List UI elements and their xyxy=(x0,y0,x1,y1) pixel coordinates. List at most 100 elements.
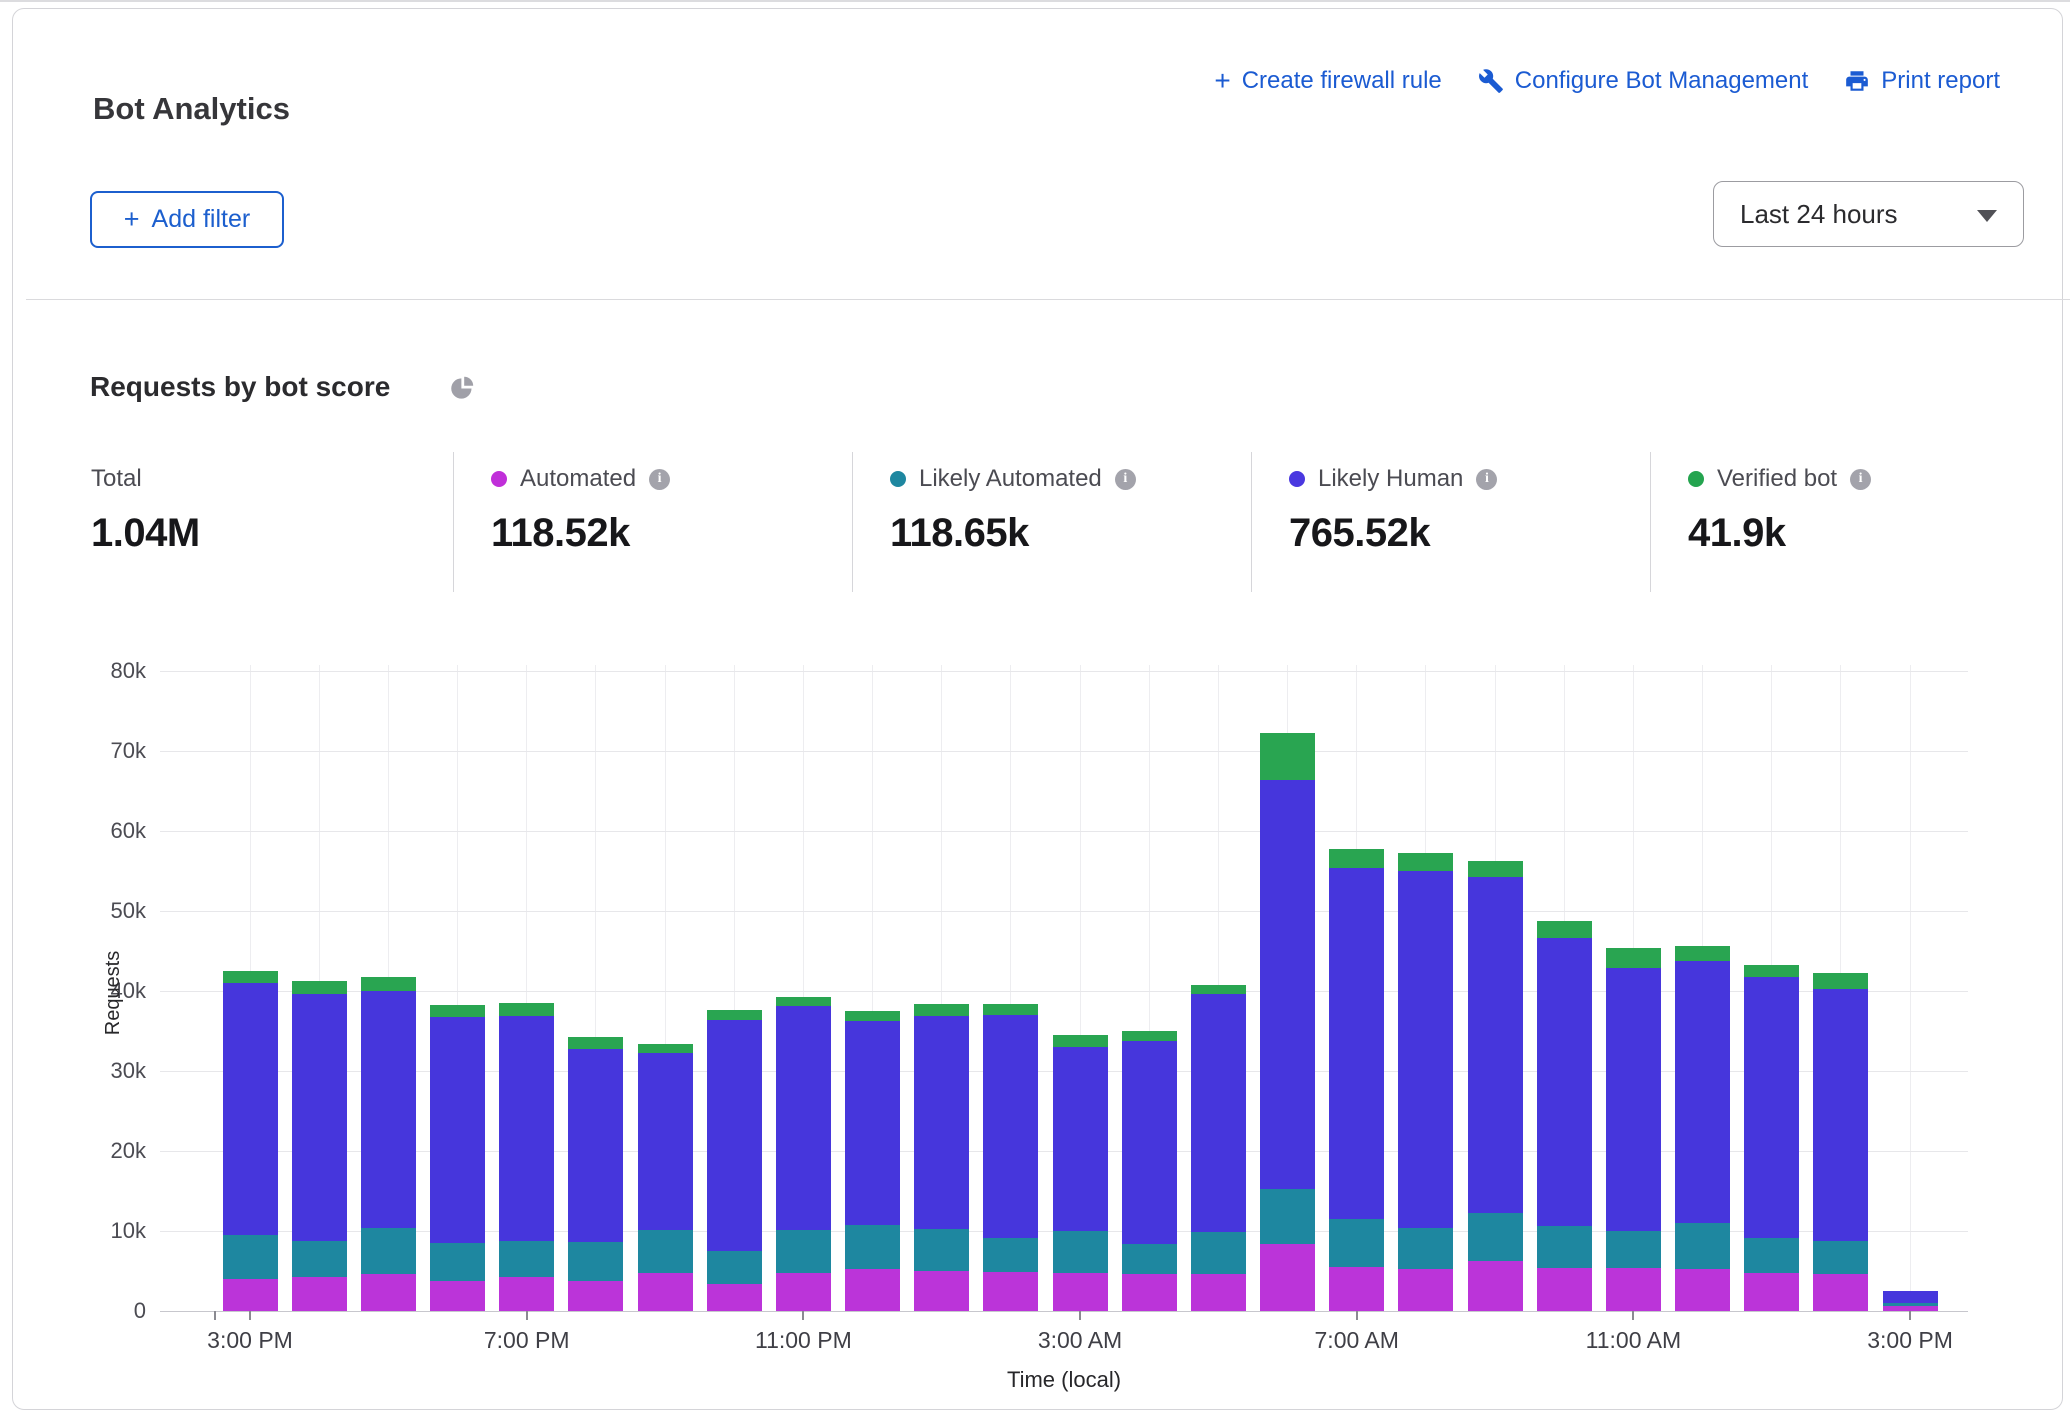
bar-segment-likely-automated[interactable] xyxy=(1398,1228,1453,1270)
bar-segment-likely-human[interactable] xyxy=(1468,877,1523,1214)
bar-segment-likely-human[interactable] xyxy=(1744,977,1799,1238)
bar-segment-verified-bot[interactable] xyxy=(1398,853,1453,871)
bar-segment-likely-automated[interactable] xyxy=(1537,1226,1592,1268)
bar-segment-automated[interactable] xyxy=(1744,1273,1799,1311)
configure-bot-management-link[interactable]: Configure Bot Management xyxy=(1478,67,1809,95)
bar-segment-verified-bot[interactable] xyxy=(292,981,347,994)
bar-segment-likely-automated[interactable] xyxy=(1053,1231,1108,1273)
bar-segment-likely-automated[interactable] xyxy=(1260,1189,1315,1243)
info-icon[interactable] xyxy=(1476,469,1497,490)
bar-segment-likely-automated[interactable] xyxy=(1329,1219,1384,1267)
bar-segment-likely-human[interactable] xyxy=(1122,1041,1177,1244)
bar-segment-automated[interactable] xyxy=(1191,1274,1246,1311)
bar-segment-verified-bot[interactable] xyxy=(568,1037,623,1049)
bar-segment-verified-bot[interactable] xyxy=(1744,965,1799,978)
bar-segment-verified-bot[interactable] xyxy=(1606,948,1661,968)
bar-segment-automated[interactable] xyxy=(1122,1274,1177,1311)
bar-segment-likely-human[interactable] xyxy=(914,1016,969,1229)
print-report-link[interactable]: Print report xyxy=(1844,67,2000,95)
bar-segment-likely-human[interactable] xyxy=(1883,1291,1938,1303)
bar-segment-automated[interactable] xyxy=(568,1281,623,1311)
bar-segment-likely-human[interactable] xyxy=(361,991,416,1228)
info-icon[interactable] xyxy=(1115,469,1136,490)
bar-segment-verified-bot[interactable] xyxy=(845,1011,900,1021)
bar-segment-likely-human[interactable] xyxy=(1813,989,1868,1242)
bar-segment-verified-bot[interactable] xyxy=(1122,1031,1177,1041)
bar-segment-likely-automated[interactable] xyxy=(1744,1238,1799,1273)
bar-segment-automated[interactable] xyxy=(1053,1273,1108,1311)
bar-segment-verified-bot[interactable] xyxy=(361,977,416,991)
bar-segment-likely-human[interactable] xyxy=(1537,938,1592,1226)
bar-segment-likely-automated[interactable] xyxy=(568,1242,623,1280)
bar-segment-automated[interactable] xyxy=(223,1279,278,1311)
bar-segment-verified-bot[interactable] xyxy=(707,1010,762,1020)
bar-segment-likely-human[interactable] xyxy=(1053,1047,1108,1231)
bar-segment-automated[interactable] xyxy=(1606,1268,1661,1311)
bar-segment-likely-automated[interactable] xyxy=(292,1241,347,1277)
bar-segment-verified-bot[interactable] xyxy=(638,1044,693,1054)
bar-segment-likely-automated[interactable] xyxy=(914,1229,969,1271)
bar-segment-verified-bot[interactable] xyxy=(1191,985,1246,995)
bar-segment-verified-bot[interactable] xyxy=(776,997,831,1007)
bar-segment-verified-bot[interactable] xyxy=(1813,973,1868,989)
bar-segment-likely-automated[interactable] xyxy=(638,1230,693,1272)
bar-segment-likely-human[interactable] xyxy=(1606,968,1661,1231)
bar-segment-verified-bot[interactable] xyxy=(430,1005,485,1018)
bar-segment-automated[interactable] xyxy=(430,1281,485,1311)
bar-segment-likely-automated[interactable] xyxy=(1813,1241,1868,1274)
bar-segment-automated[interactable] xyxy=(845,1269,900,1311)
bar-segment-verified-bot[interactable] xyxy=(1329,849,1384,868)
bar-segment-likely-automated[interactable] xyxy=(1122,1244,1177,1274)
bar-segment-automated[interactable] xyxy=(361,1274,416,1311)
bar-segment-likely-human[interactable] xyxy=(1398,871,1453,1228)
bar-segment-automated[interactable] xyxy=(1468,1261,1523,1311)
time-range-dropdown[interactable]: Last 24 hours xyxy=(1713,181,2024,247)
create-firewall-rule-link[interactable]: + Create firewall rule xyxy=(1214,67,1441,95)
bar-segment-verified-bot[interactable] xyxy=(1053,1035,1108,1047)
bar-segment-automated[interactable] xyxy=(499,1277,554,1311)
bar-segment-likely-human[interactable] xyxy=(499,1016,554,1242)
bar-segment-likely-automated[interactable] xyxy=(430,1243,485,1281)
bar-segment-automated[interactable] xyxy=(1675,1269,1730,1311)
bar-segment-likely-automated[interactable] xyxy=(707,1251,762,1284)
bar-segment-verified-bot[interactable] xyxy=(499,1003,554,1016)
bar-segment-likely-automated[interactable] xyxy=(776,1230,831,1272)
bar-segment-verified-bot[interactable] xyxy=(1260,733,1315,780)
bar-segment-automated[interactable] xyxy=(707,1284,762,1311)
bar-segment-likely-automated[interactable] xyxy=(1883,1303,1938,1306)
bar-segment-automated[interactable] xyxy=(292,1277,347,1311)
bar-segment-likely-human[interactable] xyxy=(638,1053,693,1230)
bar-segment-verified-bot[interactable] xyxy=(983,1004,1038,1015)
bar-segment-likely-human[interactable] xyxy=(1191,994,1246,1232)
bar-segment-verified-bot[interactable] xyxy=(223,971,278,983)
bar-segment-automated[interactable] xyxy=(1883,1306,1938,1311)
bar-segment-automated[interactable] xyxy=(1329,1267,1384,1311)
bar-segment-verified-bot[interactable] xyxy=(1675,946,1730,960)
bar-segment-likely-human[interactable] xyxy=(707,1020,762,1251)
bar-segment-automated[interactable] xyxy=(776,1273,831,1311)
bar-segment-automated[interactable] xyxy=(638,1273,693,1311)
bar-segment-likely-automated[interactable] xyxy=(1468,1213,1523,1261)
info-icon[interactable] xyxy=(649,469,670,490)
bar-segment-automated[interactable] xyxy=(1260,1244,1315,1311)
bar-segment-likely-automated[interactable] xyxy=(1191,1232,1246,1274)
bar-segment-likely-human[interactable] xyxy=(983,1015,1038,1238)
bar-segment-likely-human[interactable] xyxy=(568,1049,623,1242)
bar-segment-likely-automated[interactable] xyxy=(361,1228,416,1274)
bar-segment-likely-automated[interactable] xyxy=(223,1235,278,1279)
bar-segment-likely-automated[interactable] xyxy=(499,1241,554,1276)
bar-segment-likely-human[interactable] xyxy=(1329,868,1384,1219)
bar-segment-automated[interactable] xyxy=(983,1272,1038,1311)
bar-segment-verified-bot[interactable] xyxy=(1468,861,1523,877)
bar-segment-automated[interactable] xyxy=(1398,1269,1453,1311)
bar-segment-likely-automated[interactable] xyxy=(845,1225,900,1270)
bar-segment-likely-human[interactable] xyxy=(430,1017,485,1243)
bar-segment-likely-human[interactable] xyxy=(223,983,278,1235)
bar-segment-likely-human[interactable] xyxy=(776,1006,831,1230)
bar-segment-likely-automated[interactable] xyxy=(1606,1231,1661,1268)
bar-segment-likely-human[interactable] xyxy=(1260,780,1315,1190)
bar-segment-likely-human[interactable] xyxy=(845,1021,900,1224)
bar-segment-automated[interactable] xyxy=(914,1271,969,1311)
bar-segment-likely-human[interactable] xyxy=(292,994,347,1241)
bar-segment-verified-bot[interactable] xyxy=(914,1004,969,1016)
